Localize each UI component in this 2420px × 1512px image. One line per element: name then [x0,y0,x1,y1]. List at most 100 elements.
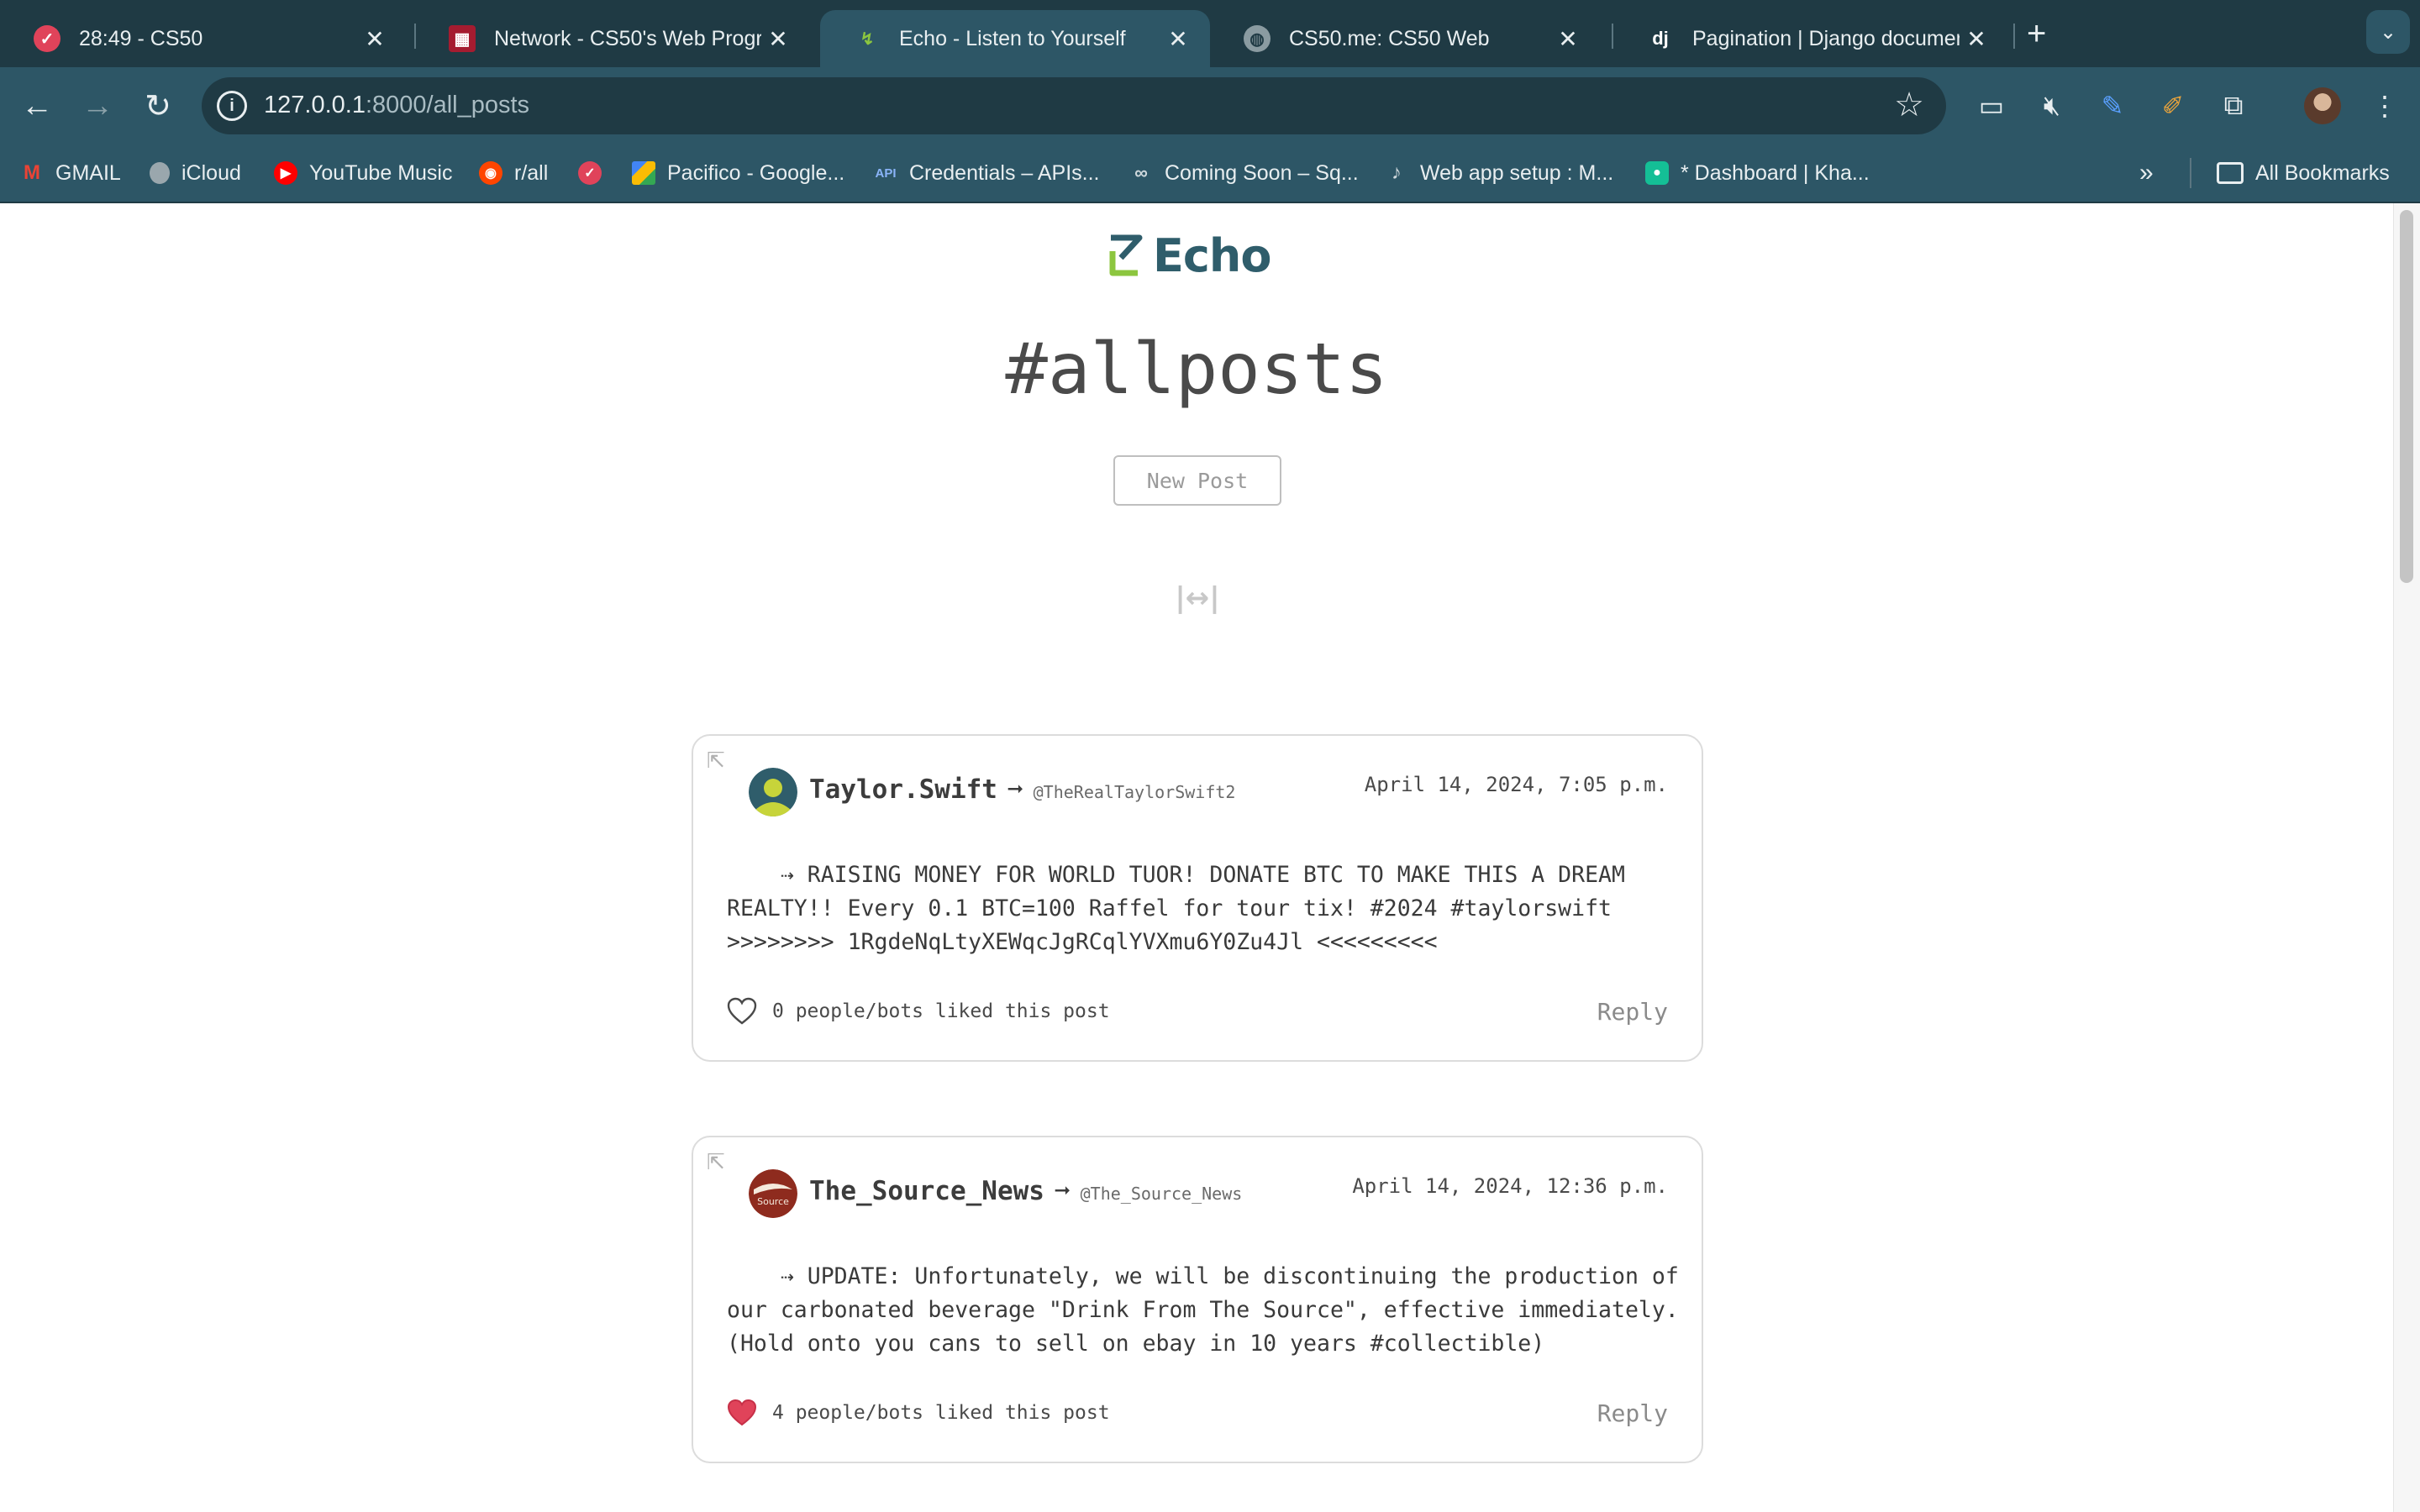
close-icon[interactable]: ✕ [761,25,795,53]
avatar-lettering: Source [757,1196,789,1207]
tab-cs50me[interactable]: ◍ CS50.me: CS50 Web ✕ [1210,10,1600,67]
api-icon: API [875,165,897,181]
post-timestamp: April 14, 2024, 12:36 p.m. [1352,1174,1668,1198]
bookmark-cs50[interactable]: ✓ [578,158,613,188]
bookmark-squarespace[interactable]: ∞ Coming Soon – Sq... [1129,158,1359,188]
all-bookmarks-button[interactable]: All Bookmarks [2217,158,2390,188]
close-icon[interactable]: ✕ [1161,25,1195,53]
echo-logo[interactable]: Echo [1106,229,1271,282]
expand-icon[interactable]: ⇱ [707,748,725,774]
url-text[interactable]: 127.0.0.1:8000/all_posts [264,92,529,119]
arrow-right-icon: → [82,87,113,123]
check-circle-icon: ✓ [34,25,60,52]
echo-logo-icon: ↯ [860,29,875,49]
url-path: :8000/all_posts [365,92,530,118]
bookmark-credentials[interactable]: API Credentials – APIs... [874,158,1100,188]
tab-cs50-timer[interactable]: ✓ 28:49 - CS50 ✕ [0,10,407,67]
author-name[interactable]: The_Source_News [809,1176,1044,1206]
tab-search-button[interactable]: ⌄ [2366,10,2410,54]
gmail-icon: M [24,161,40,184]
color-picker-icon[interactable]: ✐ [2153,86,2193,126]
site-info-icon[interactable]: i [217,91,247,121]
bookmark-label: YouTube Music [309,160,453,185]
youtube-music-icon: ▶ [274,161,297,185]
tab-label: Network - CS50's Web Programming [494,26,761,50]
post-body: ⇢ RAISING MONEY FOR WORLD TUOR! DONATE B… [727,862,1639,955]
like-count: 4 people/bots liked this post [772,1402,1110,1424]
bookmark-label: All Bookmarks [2255,160,2390,185]
bookmark-gmail[interactable]: M GMAIL [20,158,121,188]
folder-icon [2217,162,2244,184]
bookmark-star-icon[interactable]: ☆ [1894,86,1924,124]
forward-button[interactable]: → [76,84,119,128]
more-menu-icon[interactable]: ⋮ [2365,86,2405,126]
close-icon[interactable]: ✕ [1960,25,1993,53]
tab-label: CS50.me: CS50 Web [1289,26,1490,50]
close-icon[interactable]: ✕ [1551,25,1585,53]
reload-button[interactable]: ↻ [136,84,180,128]
post-card: ⇱ Taylor.Swift ➞ @TheRealTaylorSwift2 Apri… [692,734,1703,1062]
mute-icon[interactable]: 🔇︎ [2032,86,2072,126]
bookmark-icloud[interactable]: iCloud [150,158,241,188]
post-timestamp: April 14, 2024, 7:05 p.m. [1364,773,1668,796]
bookmarks-divider [2190,158,2191,188]
tab-separator [2013,24,2015,49]
bookmark-label: iCloud [182,160,241,185]
tab-network[interactable]: ▦ Network - CS50's Web Programming ✕ [415,10,810,67]
bookmark-label: Pacifico - Google... [667,160,845,185]
heart-outline-icon[interactable] [727,997,757,1026]
reddit-icon: ◉ [479,161,502,185]
expand-icon[interactable]: ⇱ [707,1149,725,1175]
author-handle[interactable]: @TheRealTaylorSwift2 [1034,782,1236,802]
new-post-button[interactable]: New Post [1113,455,1281,506]
django-icon: dj [1652,28,1669,49]
new-tab-button[interactable]: + [2027,17,2046,50]
cast-icon[interactable]: ▭ [1971,86,2012,126]
bookmark-pacifico[interactable]: Pacifico - Google... [632,158,844,188]
post-card: ⇱ Source The_Source_News ➞ @The_Source_New… [692,1136,1703,1463]
avatar[interactable]: Source [749,1169,797,1218]
bookmark-label: Web app setup : M... [1420,160,1614,185]
reload-icon: ↻ [145,88,171,124]
arrow-right-icon: ➞ [1007,774,1023,805]
url-host: 127.0.0.1 [264,92,366,118]
expand-horizontal-icon[interactable]: |↔| [1173,581,1222,615]
profile-avatar[interactable] [2304,87,2341,124]
post-author[interactable]: The_Source_News ➞ @The_Source_News [809,1176,1242,1206]
reply-button[interactable]: Reply [1597,998,1668,1026]
tab-label: Pagination | Django documentation [1692,26,1960,50]
post-author[interactable]: Taylor.Swift ➞ @TheRealTaylorSwift2 [809,774,1235,805]
close-icon[interactable]: ✕ [358,25,392,53]
address-bar[interactable]: i 127.0.0.1:8000/all_posts ☆ [202,77,1946,134]
reply-button[interactable]: Reply [1597,1399,1668,1427]
bookmark-label: GMAIL [55,160,121,185]
author-name[interactable]: Taylor.Swift [809,774,997,805]
chevron-down-icon: ⌄ [2379,20,2397,44]
tab-strip: ✓ 28:49 - CS50 ✕ ▦ Network - CS50's Web … [0,0,2420,67]
bookmark-youtube-music[interactable]: ▶ YouTube Music [274,158,452,188]
bookmarks-overflow-button[interactable]: » [2139,158,2154,188]
heart-filled-icon[interactable] [727,1399,757,1427]
extensions-icon[interactable]: ⧉ [2213,86,2254,126]
tab-label: 28:49 - CS50 [79,26,203,50]
bookmark-khan[interactable]: ● * Dashboard | Kha... [1645,158,1870,188]
khan-academy-icon: ● [1645,161,1669,185]
avatar[interactable] [749,768,797,816]
bookmark-reddit[interactable]: ◉ r/all [479,158,548,188]
like-count: 0 people/bots liked this post [772,1000,1110,1022]
tab-django-pagination[interactable]: dj Pagination | Django documentation ✕ [1613,10,2008,67]
squarespace-icon: ∞ [1134,162,1148,183]
bookmark-web-app-setup[interactable]: ♪ Web app setup : M... [1385,158,1613,188]
page-title: #allposts [1005,328,1388,410]
author-handle[interactable]: @The_Source_News [1081,1184,1243,1204]
globe-icon: ◍ [1244,25,1270,52]
bookmark-label: Credentials – APIs... [909,160,1100,185]
back-button[interactable]: ← [15,84,59,128]
like-row: 4 people/bots liked this post [727,1398,1110,1428]
harvard-shield-icon: ▦ [449,25,476,52]
highlighter-icon[interactable]: ✎ [2092,86,2133,126]
scrollbar-thumb[interactable] [2400,210,2413,583]
tab-echo[interactable]: ↯ Echo - Listen to Yourself ✕ [820,10,1210,67]
post-body: ⇢ UPDATE: Unfortunately, we will be disc… [727,1263,1692,1357]
chevron-double-right-icon: » [2139,159,2154,186]
